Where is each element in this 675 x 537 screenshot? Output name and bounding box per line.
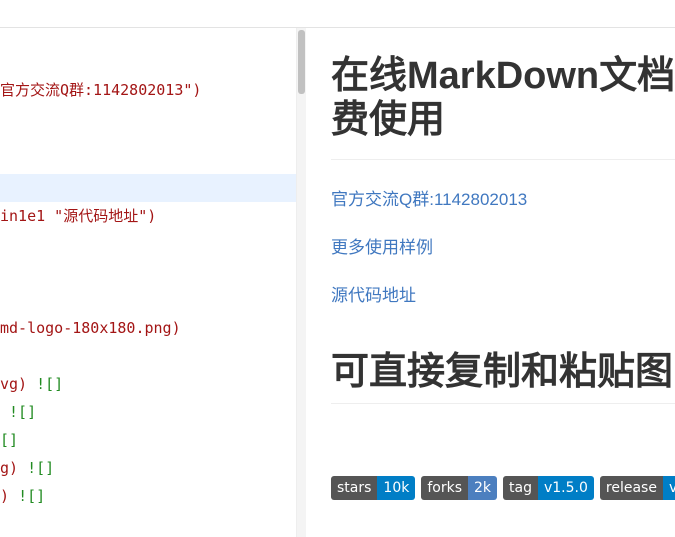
badge-value: v1.5.0 xyxy=(662,476,675,500)
code-token: 官方交流Q群:1142802013") xyxy=(0,81,202,99)
markdown-preview: 在线MarkDown文档 费使用 官方交流Q群:1142802013 更多使用样… xyxy=(306,28,675,537)
preview-heading-2: 可直接复制和粘贴图 xyxy=(331,351,674,393)
heading-1-line-2: 费使用 xyxy=(331,99,446,141)
heading-2-divider xyxy=(331,403,675,404)
code-token: vg) xyxy=(0,375,37,393)
editor-line[interactable] xyxy=(0,230,296,258)
badge-tag[interactable]: tag v1.5.0 xyxy=(503,476,594,500)
badge-value: v1.5.0 xyxy=(537,476,594,500)
scrollbar-thumb[interactable] xyxy=(298,30,305,94)
badge-value: 10k xyxy=(377,476,416,500)
editor-line[interactable] xyxy=(0,104,296,132)
editor-line[interactable]: ![] xyxy=(0,398,296,426)
editor-line[interactable]: [] xyxy=(0,426,296,454)
badge-row: stars10kforks2ktagv1.5.0releasev1.5.0 xyxy=(331,476,675,500)
editor-line[interactable] xyxy=(0,342,296,370)
source-code-link[interactable]: 源代码地址 xyxy=(331,281,416,306)
code-token: ![] xyxy=(27,459,55,477)
editor-line[interactable]: md-logo-180x180.png) xyxy=(0,314,296,342)
editor-line[interactable]: g) ![] xyxy=(0,454,296,482)
editor-scrollbar[interactable] xyxy=(296,28,306,537)
editor-line[interactable]: ) ![] xyxy=(0,482,296,510)
code-token: md-logo-180x180.png) xyxy=(0,319,181,337)
editor-line[interactable] xyxy=(0,258,296,286)
more-examples-link[interactable]: 更多使用样例 xyxy=(331,233,433,258)
badge-forks[interactable]: forks 2k xyxy=(421,476,498,500)
code-token: ![] xyxy=(0,403,37,421)
editor-line[interactable]: 官方交流Q群:1142802013") xyxy=(0,76,296,104)
preview-heading-1: 在线MarkDown文档 费使用 xyxy=(331,54,675,142)
badge-label: forks xyxy=(421,476,468,500)
badge-stars[interactable]: stars 10k xyxy=(331,476,416,500)
editor-line[interactable]: in1e1 "源代码地址") xyxy=(0,202,296,230)
badge-label: stars xyxy=(331,476,378,500)
badge-value: 2k xyxy=(468,476,498,500)
code-token: in1e1 "源代码地址") xyxy=(0,207,157,225)
top-toolbar xyxy=(0,0,675,28)
code-token: ![] xyxy=(18,487,46,505)
heading-1-divider xyxy=(331,159,675,160)
code-token: [] xyxy=(0,431,19,449)
editor-line[interactable] xyxy=(0,174,296,202)
code-token: ![] xyxy=(36,375,64,393)
markdown-editor[interactable]: 官方交流Q群:1142802013") in1e1 "源代码地址") md-logo… xyxy=(0,28,296,537)
badge-label: tag xyxy=(503,476,538,500)
editor-line[interactable]: vg) ![] xyxy=(0,370,296,398)
badge-label: release xyxy=(599,476,663,500)
qq-group-link[interactable]: 官方交流Q群:1142802013 xyxy=(331,185,527,210)
code-token: g) xyxy=(0,459,28,477)
code-token: ) xyxy=(0,487,19,505)
heading-1-line-1: 在线MarkDown文档 xyxy=(331,55,675,97)
badge-release[interactable]: releasev1.5.0 xyxy=(599,476,675,500)
editor-line[interactable] xyxy=(0,48,296,76)
